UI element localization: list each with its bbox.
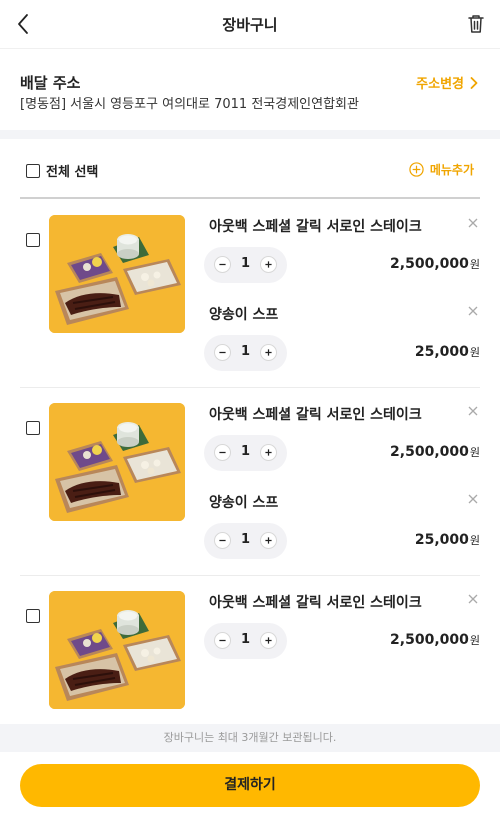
section-divider xyxy=(0,130,500,139)
close-icon[interactable] xyxy=(466,492,480,506)
price: 25,000원 xyxy=(415,344,480,360)
page-title: 장바구니 xyxy=(222,16,278,34)
cart-group: 아웃백 스페셜 갈릭 서로인 스테이크 1 2,500,000원 양송이 스프 … xyxy=(20,403,480,576)
product-name: 아웃백 스페셜 갈릭 서로인 스테이크 xyxy=(209,219,422,235)
price-unit: 원 xyxy=(469,446,480,459)
item-checkbox[interactable] xyxy=(26,233,40,247)
price-amount: 2,500,000 xyxy=(390,444,469,460)
header: 장바구니 xyxy=(0,0,500,49)
price-unit: 원 xyxy=(469,346,480,359)
plus-icon[interactable] xyxy=(260,256,277,273)
price-amount: 25,000 xyxy=(414,532,469,548)
price-unit: 원 xyxy=(469,258,480,271)
price-unit: 원 xyxy=(469,534,480,547)
plus-icon[interactable] xyxy=(260,632,277,649)
cart-group: 아웃백 스페셜 갈릭 서로인 스테이크 1 2,500,000원 xyxy=(20,591,480,711)
food-image xyxy=(49,215,185,333)
item-checkbox[interactable] xyxy=(26,609,40,623)
select-all-checkbox[interactable]: 전체 선택 xyxy=(26,161,98,180)
quantity-stepper: 1 xyxy=(204,623,287,659)
product-name: 아웃백 스페셜 갈릭 서로인 스테이크 xyxy=(209,595,422,611)
address-label: 배달 주소 xyxy=(20,74,81,92)
side-name: 양송이 스프 xyxy=(209,307,279,323)
side-name: 양송이 스프 xyxy=(209,495,279,511)
food-image xyxy=(49,591,185,709)
price: 25,000원 xyxy=(415,532,480,548)
delivery-address-section: 배달 주소 [명동점] 서울시 영등포구 여의대로 7011 전국경제인연합회관… xyxy=(0,50,500,130)
add-menu-label: 메뉴추가 xyxy=(429,163,474,177)
quantity-stepper: 1 xyxy=(204,335,287,371)
price-amount: 2,500,000 xyxy=(390,256,469,272)
close-icon[interactable] xyxy=(466,216,480,230)
pay-button[interactable]: 결제하기 xyxy=(20,764,480,807)
price: 2,500,000원 xyxy=(390,256,480,272)
price: 2,500,000원 xyxy=(390,632,480,648)
add-menu-button[interactable]: 메뉴추가 xyxy=(409,161,474,178)
close-icon[interactable] xyxy=(466,404,480,418)
trash-icon[interactable] xyxy=(464,12,488,36)
price-amount: 2,500,000 xyxy=(390,632,469,648)
quantity-stepper: 1 xyxy=(204,523,287,559)
change-address-label: 주소변경 xyxy=(416,77,464,92)
selection-bar: 전체 선택 메뉴추가 xyxy=(20,139,480,199)
item-checkbox[interactable] xyxy=(26,421,40,435)
checkbox-box xyxy=(26,163,40,178)
close-icon[interactable] xyxy=(466,304,480,318)
close-icon[interactable] xyxy=(466,592,480,606)
plus-circle-icon xyxy=(409,162,424,177)
food-image xyxy=(49,403,185,521)
price-amount: 25,000 xyxy=(414,344,469,360)
change-address-button[interactable]: 주소변경 xyxy=(416,73,478,92)
product-name: 아웃백 스페셜 갈릭 서로인 스테이크 xyxy=(209,407,422,423)
quantity-stepper: 1 xyxy=(204,247,287,283)
quantity-stepper: 1 xyxy=(204,435,287,471)
storage-notice: 장바구니는 최대 3개월간 보관됩니다. xyxy=(0,724,500,752)
plus-icon[interactable] xyxy=(260,344,277,361)
cart-group: 아웃백 스페셜 갈릭 서로인 스테이크 1 2,500,000원 양송이 스프 … xyxy=(20,215,480,388)
plus-icon[interactable] xyxy=(260,444,277,461)
select-all-label: 전체 선택 xyxy=(46,165,99,180)
address-text: [명동점] 서울시 영등포구 여의대로 7011 전국경제인연합회관 xyxy=(20,97,359,112)
chevron-right-icon xyxy=(470,76,478,89)
price: 2,500,000원 xyxy=(390,444,480,460)
plus-icon[interactable] xyxy=(260,532,277,549)
price-unit: 원 xyxy=(469,634,480,647)
